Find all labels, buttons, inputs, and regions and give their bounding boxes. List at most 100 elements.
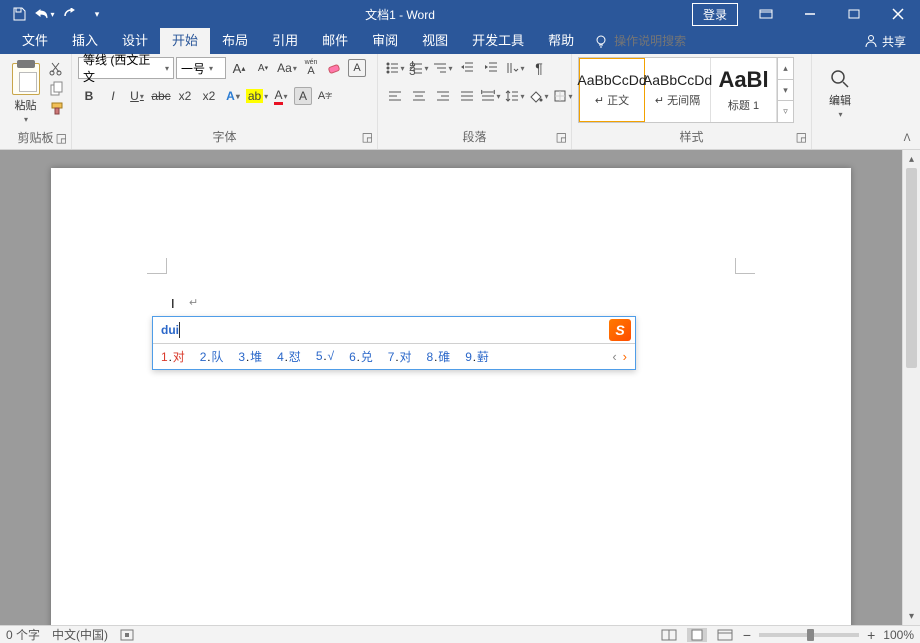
style-no-spacing[interactable]: AaBbCcDd ↵ 无间隔 (645, 58, 711, 122)
cut-button[interactable] (49, 61, 65, 77)
web-layout-button[interactable] (715, 628, 735, 642)
close-button[interactable] (876, 0, 920, 28)
page[interactable]: І ↵ dui S 1.对 2.队 3.堆 4.怼 5.√ 6.兑 7.对 8.… (51, 168, 851, 625)
underline-button[interactable]: U▾ (126, 85, 148, 107)
paste-button[interactable]: 粘贴 ▾ (6, 57, 45, 129)
bullets-button[interactable]: ▾ (384, 57, 406, 79)
align-center-button[interactable] (408, 85, 430, 107)
align-left-button[interactable] (384, 85, 406, 107)
borders-button[interactable]: ▾ (552, 85, 574, 107)
tell-me-input[interactable] (614, 34, 724, 48)
undo-button[interactable]: ▾ (34, 3, 56, 25)
font-name-combo[interactable]: 等线 (西文正文▾ (78, 57, 174, 79)
maximize-button[interactable] (832, 0, 876, 28)
italic-button[interactable]: I (102, 85, 124, 107)
enclose-characters-button[interactable]: A (348, 59, 366, 77)
zoom-out-button[interactable]: − (743, 627, 751, 643)
macro-status[interactable] (120, 629, 134, 641)
highlight-button[interactable]: ab▾ (246, 85, 268, 107)
zoom-in-button[interactable]: + (867, 627, 875, 643)
redo-button[interactable] (60, 3, 82, 25)
zoom-slider[interactable] (759, 633, 859, 637)
ime-candidate-3[interactable]: 3.堆 (238, 348, 263, 365)
scroll-track[interactable] (903, 168, 920, 607)
ime-candidate-2[interactable]: 2.队 (200, 348, 225, 365)
clear-formatting-button[interactable] (324, 57, 346, 79)
tab-layout[interactable]: 布局 (210, 28, 260, 54)
qat-customize-button[interactable]: ▾ (86, 3, 108, 25)
tell-me-search[interactable] (594, 34, 724, 48)
tab-view[interactable]: 视图 (410, 28, 460, 54)
change-case-button[interactable]: Aa▾ (276, 57, 298, 79)
character-border-button[interactable]: A字 (314, 85, 336, 107)
font-launcher[interactable]: ◲ (362, 130, 373, 144)
shrink-font-button[interactable]: A▾ (252, 57, 274, 79)
login-button[interactable]: 登录 (692, 3, 738, 26)
align-right-button[interactable] (432, 85, 454, 107)
minimize-button[interactable] (788, 0, 832, 28)
increase-indent-button[interactable] (480, 57, 502, 79)
save-button[interactable] (8, 3, 30, 25)
strikethrough-button[interactable]: abc (150, 85, 172, 107)
grow-font-button[interactable]: A▴ (228, 57, 250, 79)
tab-review[interactable]: 审阅 (360, 28, 410, 54)
paragraph-launcher[interactable]: ◲ (556, 130, 567, 144)
show-paragraph-marks-button[interactable]: ¶ (528, 57, 550, 79)
style-normal[interactable]: AaBbCcDd ↵ 正文 (579, 58, 645, 122)
numbering-button[interactable]: 123▾ (408, 57, 430, 79)
read-mode-button[interactable] (659, 628, 679, 642)
ime-candidate-9[interactable]: 9.薱 (465, 348, 490, 365)
distributed-button[interactable]: ▾ (480, 85, 502, 107)
tab-references[interactable]: 引用 (260, 28, 310, 54)
ime-candidate-5[interactable]: 5.√ (316, 349, 335, 364)
text-effects-button[interactable]: A▾ (222, 85, 244, 107)
subscript-button[interactable]: x2 (174, 85, 196, 107)
ime-candidate-6[interactable]: 6.兑 (349, 348, 374, 365)
superscript-button[interactable]: x2 (198, 85, 220, 107)
decrease-indent-button[interactable] (456, 57, 478, 79)
font-size-combo[interactable]: 一号▾ (176, 57, 226, 79)
find-button[interactable]: 编辑 ▾ (818, 57, 862, 129)
font-color-button[interactable]: A▾ (270, 85, 292, 107)
line-spacing-button[interactable]: ▾ (504, 85, 526, 107)
character-shading-button[interactable]: A (294, 87, 312, 105)
vertical-scrollbar[interactable]: ▴ ▾ (902, 150, 920, 625)
styles-scroll-down[interactable]: ▾ (778, 80, 793, 102)
ime-prev-page[interactable]: ‹ (612, 349, 616, 364)
style-heading-1[interactable]: AaBl 标题 1 (711, 58, 777, 122)
language-status[interactable]: 中文(中国) (52, 626, 108, 643)
ime-candidate-4[interactable]: 4.怼 (277, 348, 302, 365)
zoom-slider-handle[interactable] (807, 629, 814, 641)
share-button[interactable]: 共享 (864, 33, 906, 50)
shading-button[interactable]: ▾ (528, 85, 550, 107)
scroll-up-button[interactable]: ▴ (903, 150, 920, 168)
document-area[interactable]: І ↵ dui S 1.对 2.队 3.堆 4.怼 5.√ 6.兑 7.对 8.… (0, 150, 902, 625)
styles-scroll-up[interactable]: ▴ (778, 58, 793, 80)
styles-launcher[interactable]: ◲ (796, 130, 807, 144)
scroll-thumb[interactable] (906, 168, 917, 368)
ribbon-display-button[interactable] (744, 0, 788, 28)
phonetic-guide-button[interactable]: wénA (300, 57, 322, 79)
bold-button[interactable]: B (78, 85, 100, 107)
tab-mailings[interactable]: 邮件 (310, 28, 360, 54)
scroll-down-button[interactable]: ▾ (903, 607, 920, 625)
zoom-level[interactable]: 100% (883, 628, 914, 642)
text-direction-button[interactable]: ▾ (504, 57, 526, 79)
ime-candidate-7[interactable]: 7.对 (388, 348, 413, 365)
styles-expand[interactable]: ▿ (778, 101, 793, 122)
ime-candidate-1[interactable]: 1.对 (161, 348, 186, 365)
tab-file[interactable]: 文件 (10, 28, 60, 54)
collapse-ribbon-button[interactable]: ᐱ (898, 129, 916, 147)
tab-developer[interactable]: 开发工具 (460, 28, 536, 54)
ime-next-page[interactable]: › (623, 349, 627, 364)
format-painter-button[interactable] (49, 101, 65, 117)
multilevel-list-button[interactable]: ▾ (432, 57, 454, 79)
ime-candidate-8[interactable]: 8.碓 (427, 348, 452, 365)
copy-button[interactable] (49, 81, 65, 97)
clipboard-launcher[interactable]: ◲ (56, 131, 67, 145)
print-layout-button[interactable] (687, 628, 707, 642)
word-count[interactable]: 0 个字 (6, 626, 40, 643)
tab-help[interactable]: 帮助 (536, 28, 586, 54)
tab-home[interactable]: 开始 (160, 28, 210, 54)
align-justify-button[interactable] (456, 85, 478, 107)
